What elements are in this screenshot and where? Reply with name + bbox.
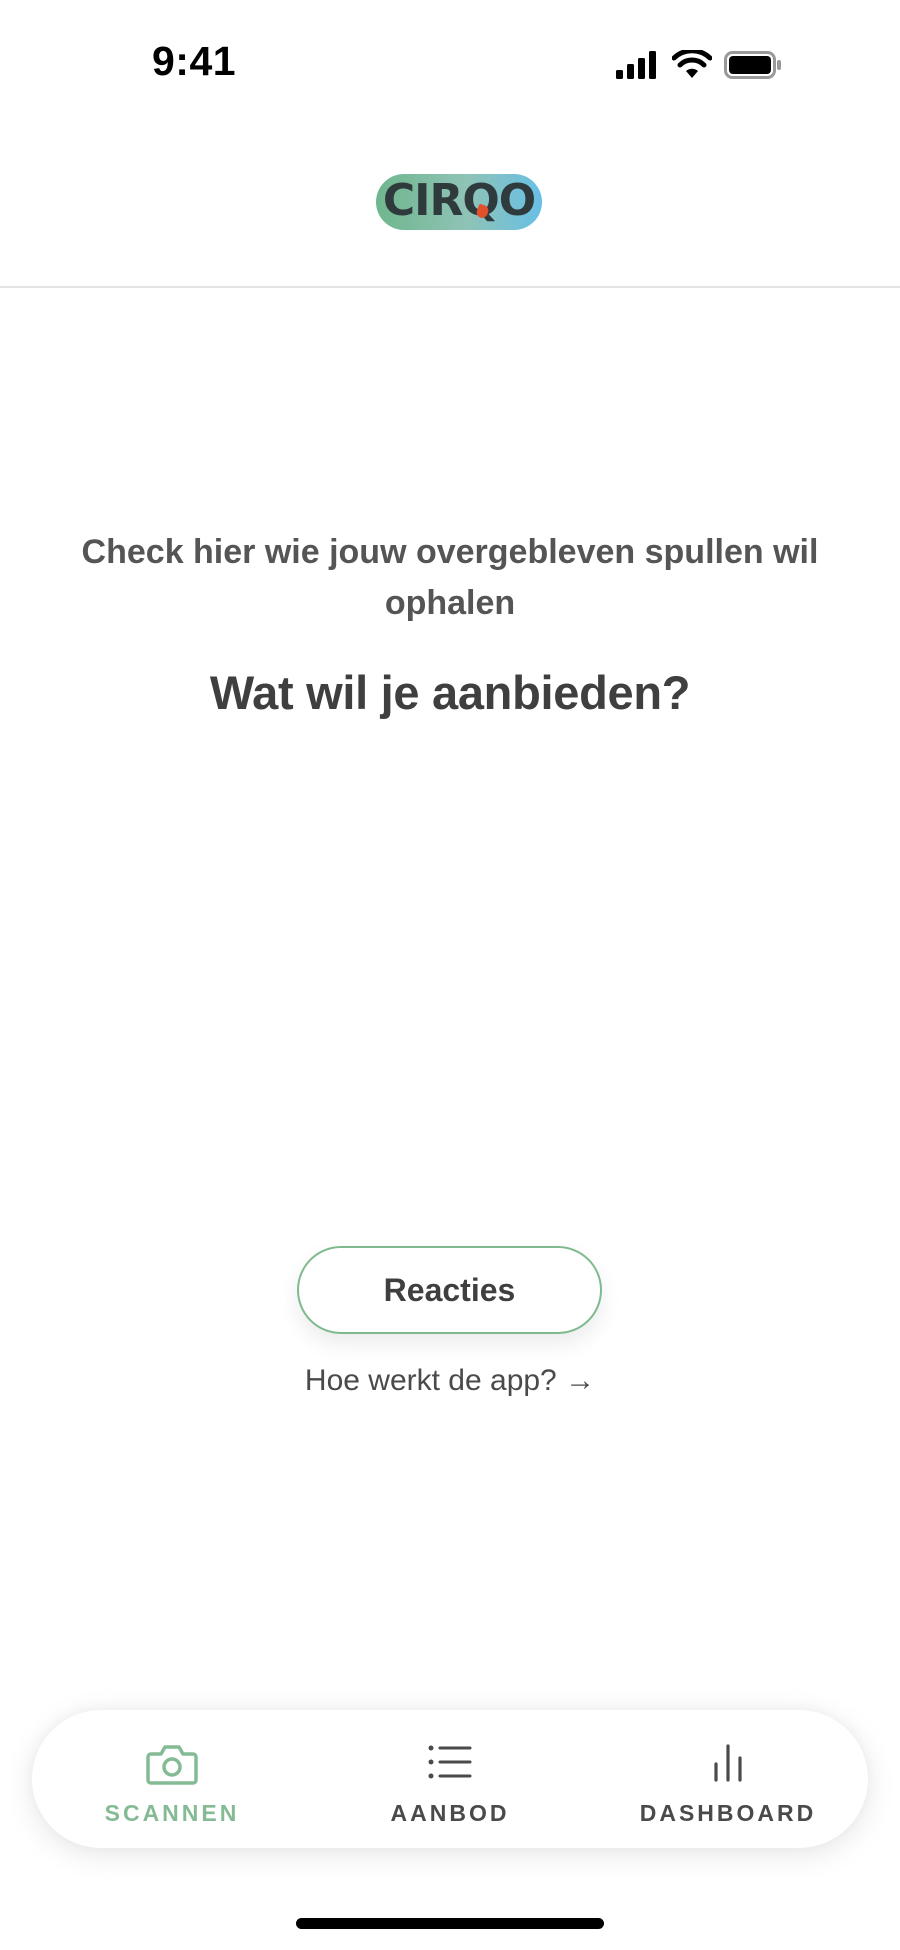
nav-item-dashboard[interactable]: DASHBOARD xyxy=(628,1710,828,1848)
nav-label-dashboard: DASHBOARD xyxy=(639,1800,817,1826)
app-header: CIRQO xyxy=(0,120,900,288)
nav-item-scannen[interactable]: SCANNEN xyxy=(72,1710,272,1848)
intro-subtitle: Check hier wie jouw overgebleven spullen… xyxy=(81,533,819,622)
cirqo-logo: CIRQO xyxy=(376,174,542,230)
nav-item-aanbod[interactable]: AANBOD xyxy=(350,1710,550,1848)
wifi-icon xyxy=(672,50,712,78)
list-icon xyxy=(428,1745,472,1779)
nav-label-aanbod: AANBOD xyxy=(390,1800,510,1826)
status-bar: 9:41 xyxy=(0,0,900,120)
nav-label-scannen: SCANNEN xyxy=(104,1800,240,1826)
battery-icon xyxy=(724,51,781,79)
logo-text: CIRQO xyxy=(382,175,536,226)
camera-icon xyxy=(146,1745,198,1785)
bottom-nav: SCANNEN AANBOD DASHBOARD xyxy=(32,1710,868,1848)
status-icons xyxy=(616,48,782,82)
page-title: Wat wil je aanbieden? xyxy=(209,666,691,719)
status-time: 9:41 xyxy=(152,38,237,84)
bar-chart-icon xyxy=(714,1744,742,1782)
cellular-signal-icon xyxy=(616,51,656,79)
home-indicator[interactable] xyxy=(296,1918,604,1929)
how-it-works-link[interactable]: Hoe werkt de app? → xyxy=(200,1364,700,1398)
reacties-button[interactable]: Reacties xyxy=(297,1246,602,1334)
